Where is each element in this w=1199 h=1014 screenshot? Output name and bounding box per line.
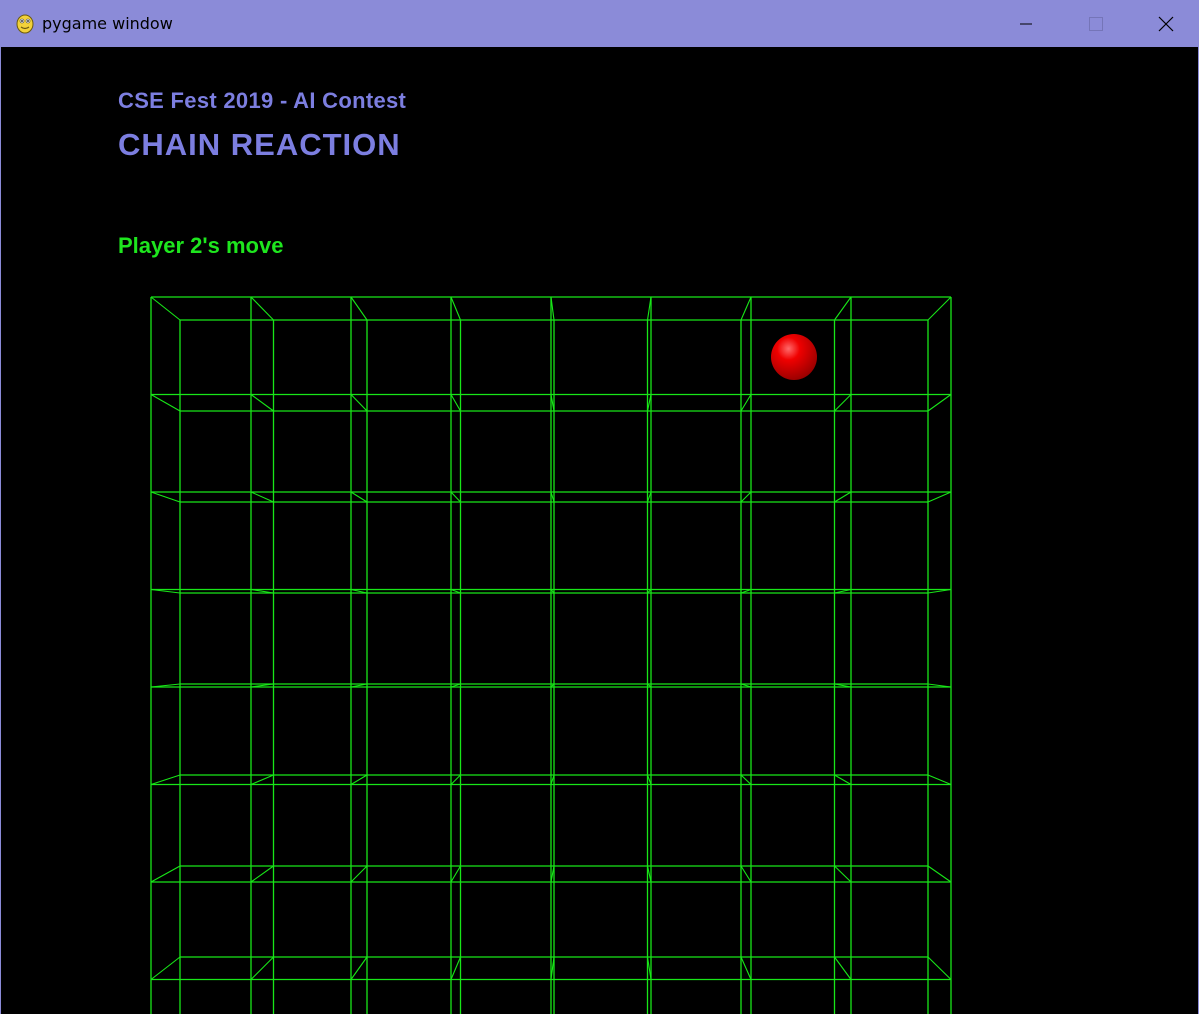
board-cell[interactable] <box>651 297 751 395</box>
board-cell[interactable] <box>751 395 851 493</box>
window-title: pygame window <box>42 14 173 33</box>
game-canvas[interactable]: CSE Fest 2019 - AI Contest CHAIN REACTIO… <box>1 47 1198 1014</box>
minimize-button[interactable] <box>991 0 1061 47</box>
board-cell[interactable] <box>451 687 551 785</box>
board-cell[interactable] <box>551 297 651 395</box>
board-cell[interactable] <box>651 882 751 980</box>
board-cell[interactable] <box>551 395 651 493</box>
maximize-button[interactable] <box>1061 0 1131 47</box>
board-cells[interactable] <box>151 297 951 980</box>
board-cell[interactable] <box>251 687 351 785</box>
game-window: pygame window CSE Fest 2019 - AI Contest… <box>0 0 1199 1014</box>
board-cell[interactable] <box>251 590 351 688</box>
board-cell[interactable] <box>251 492 351 590</box>
board-cell[interactable] <box>151 590 251 688</box>
board-cell[interactable] <box>351 687 451 785</box>
board-cell[interactable] <box>151 395 251 493</box>
board-orbs <box>771 334 817 380</box>
maximize-icon <box>1089 16 1103 31</box>
board-cell[interactable] <box>351 590 451 688</box>
board-cell[interactable] <box>751 590 851 688</box>
board-cell[interactable] <box>351 882 451 980</box>
board-cell[interactable] <box>651 785 751 883</box>
board-cell[interactable] <box>251 882 351 980</box>
title-bar[interactable]: pygame window <box>0 0 1199 47</box>
board-cell[interactable] <box>351 785 451 883</box>
close-icon <box>1158 16 1174 31</box>
board-cell[interactable] <box>451 785 551 883</box>
board-cell[interactable] <box>251 785 351 883</box>
board-cell[interactable] <box>551 882 651 980</box>
board-cell[interactable] <box>151 297 251 395</box>
board-cell[interactable] <box>551 492 651 590</box>
board-cell[interactable] <box>451 297 551 395</box>
board-cell[interactable] <box>751 687 851 785</box>
board-cell[interactable] <box>651 492 751 590</box>
board-cell[interactable] <box>251 297 351 395</box>
board-cell[interactable] <box>351 297 451 395</box>
pygame-snake-icon <box>16 14 34 34</box>
game-board[interactable] <box>1 47 1198 1014</box>
board-cell[interactable] <box>851 590 951 688</box>
board-cell[interactable] <box>151 785 251 883</box>
board-cell[interactable] <box>651 590 751 688</box>
red-orb <box>771 334 817 380</box>
board-cell[interactable] <box>751 492 851 590</box>
board-cell[interactable] <box>151 687 251 785</box>
board-cell[interactable] <box>751 785 851 883</box>
board-cell[interactable] <box>651 395 751 493</box>
board-cell[interactable] <box>251 395 351 493</box>
board-cell[interactable] <box>851 687 951 785</box>
minimize-icon <box>1020 23 1032 24</box>
board-cell[interactable] <box>651 687 751 785</box>
board-cell[interactable] <box>851 297 951 395</box>
board-cell[interactable] <box>851 785 951 883</box>
close-button[interactable] <box>1131 0 1199 47</box>
board-cell[interactable] <box>851 395 951 493</box>
board-cell[interactable] <box>551 785 651 883</box>
board-cell[interactable] <box>151 882 251 980</box>
board-cell[interactable] <box>451 395 551 493</box>
board-cell[interactable] <box>451 882 551 980</box>
board-cell[interactable] <box>551 590 651 688</box>
board-cell[interactable] <box>751 882 851 980</box>
board-cell[interactable] <box>851 492 951 590</box>
board-cell[interactable] <box>451 492 551 590</box>
board-cell[interactable] <box>451 590 551 688</box>
board-cell[interactable] <box>551 687 651 785</box>
board-cell[interactable] <box>351 492 451 590</box>
board-cell[interactable] <box>151 492 251 590</box>
board-cell[interactable] <box>351 395 451 493</box>
board-cell[interactable] <box>851 882 951 980</box>
